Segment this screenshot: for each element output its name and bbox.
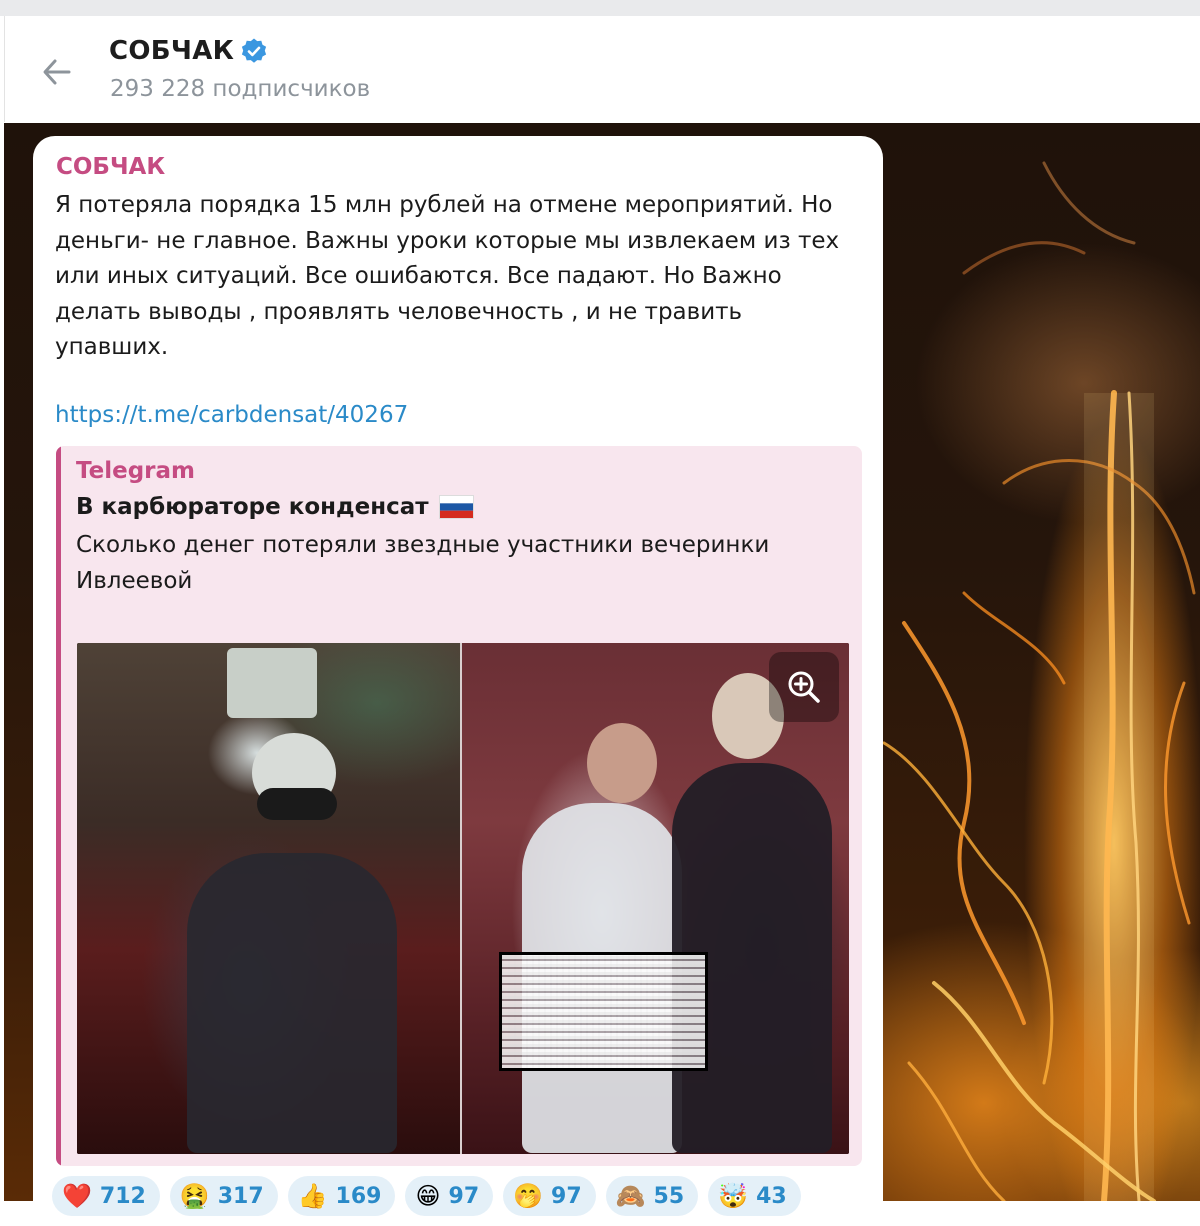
reaction-thumbs-up[interactable]: 👍 169 — [287, 1176, 396, 1216]
exploding-head-icon: 🤯 — [718, 1182, 749, 1210]
reaction-count: 317 — [217, 1183, 264, 1209]
message-text-line: Я потеряла порядка 15 млн рублей на отме… — [55, 192, 833, 218]
reaction-count: 43 — [756, 1183, 787, 1209]
see-no-evil-monkey-icon: 🙈 — [615, 1182, 646, 1210]
zoom-button[interactable] — [769, 652, 839, 722]
hand-over-mouth-icon: 🤭 — [513, 1182, 544, 1210]
link-preview-photo[interactable] — [77, 643, 849, 1154]
reaction-count: 55 — [653, 1183, 685, 1209]
chat-header: СОБЧАК 293 228 подписчиков — [4, 16, 1200, 122]
channel-name: СОБЧАК — [109, 36, 235, 66]
link-preview-title: В карбюраторе конденсат — [76, 494, 429, 520]
thumbs-up-icon: 👍 — [297, 1182, 328, 1210]
link-preview-site: Telegram — [76, 458, 196, 484]
censored-region — [499, 952, 708, 1071]
link-preview-description: Сколько денег потеряли звездные участник… — [76, 528, 846, 599]
message-text-line: или иных ситуаций. Все ошибаются. Все па… — [55, 263, 782, 290]
grin-face-icon: 😁 — [415, 1182, 441, 1210]
message-text-line: упавших. — [55, 334, 169, 361]
link-preview-title-row: В карбюраторе конденсат — [76, 494, 474, 520]
photo-left-panel — [77, 643, 460, 1154]
photo-figure — [187, 853, 397, 1153]
reaction-see-no-evil[interactable]: 🙈 55 — [605, 1176, 699, 1216]
link-preview-desc-line: Ивлеевой — [76, 567, 193, 594]
reaction-count: 97 — [448, 1183, 480, 1209]
arrow-left-icon — [43, 59, 71, 85]
reaction-count: 169 — [335, 1183, 382, 1209]
message-text: Я потеряла порядка 15 млн рублей на отме… — [55, 188, 865, 366]
link-preview-accent-bar — [56, 446, 61, 1166]
window-top-strip — [0, 0, 1200, 16]
reaction-hand-over-mouth[interactable]: 🤭 97 — [503, 1176, 596, 1216]
subscriber-count: 293 228 подписчиков — [110, 76, 371, 102]
verified-badge-icon — [242, 38, 267, 63]
reaction-count: 97 — [551, 1183, 582, 1209]
link-preview-desc-line: Сколько денег потеряли звездные участник… — [76, 532, 770, 558]
photo-figure — [587, 723, 657, 803]
reaction-count: 712 — [99, 1183, 146, 1209]
photo-figure — [257, 788, 337, 820]
heart-icon: ❤️ — [62, 1182, 92, 1210]
message-text-line: деньги- не главное. Важны уроки которые … — [55, 227, 840, 254]
reaction-grin[interactable]: 😁 97 — [405, 1176, 494, 1216]
reaction-vomit[interactable]: 🤮 317 — [169, 1176, 278, 1216]
message-text-line: делать выводы , проявлять человечность ,… — [55, 298, 743, 325]
back-button[interactable] — [35, 50, 79, 94]
zoom-in-icon — [788, 671, 820, 703]
reaction-heart[interactable]: ❤️ 712 — [52, 1176, 160, 1216]
message-link[interactable]: https://t.me/carbdensat/40267 — [55, 402, 408, 428]
reaction-exploding-head[interactable]: 🤯 43 — [708, 1176, 801, 1216]
vomit-face-icon: 🤮 — [179, 1182, 210, 1210]
russia-flag-icon — [438, 495, 474, 519]
photo-figure — [227, 648, 317, 718]
reactions-bar: ❤️ 712 🤮 317 👍 169 😁 97 🤭 97 🙈 55 🤯 43 — [52, 1176, 801, 1216]
channel-title-row[interactable]: СОБЧАК — [109, 36, 268, 66]
message-author[interactable]: СОБЧАК — [56, 154, 165, 180]
